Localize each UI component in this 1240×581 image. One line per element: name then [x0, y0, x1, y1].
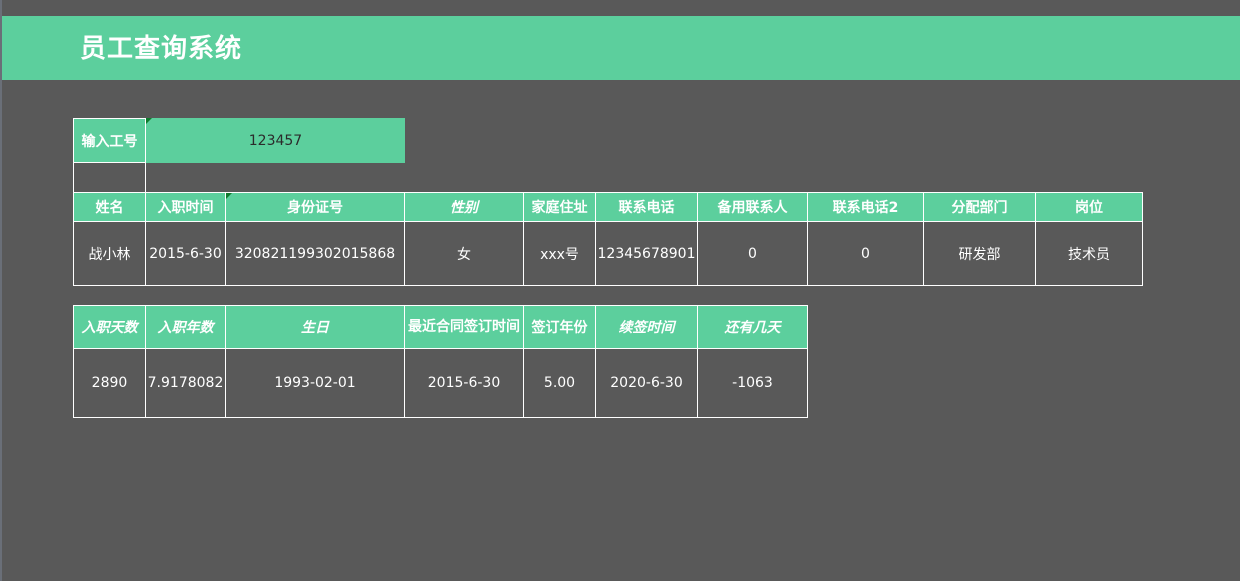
blank-cell[interactable] — [73, 163, 146, 193]
header-days-employed: 入职天数 — [73, 305, 146, 349]
value-birthday[interactable]: 1993-02-01 — [225, 348, 405, 418]
page-title: 员工查询系统 — [80, 34, 243, 64]
header-name: 姓名 — [73, 192, 146, 222]
left-gridline — [0, 0, 2, 581]
header-id-number: 身份证号 — [225, 192, 405, 222]
value-id-number[interactable]: 320821199302015868 — [225, 221, 405, 286]
header-department: 分配部门 — [923, 192, 1036, 222]
value-hire-date[interactable]: 2015-6-30 — [145, 221, 226, 286]
value-gender[interactable]: 女 — [404, 221, 524, 286]
header-backup-contact: 备用联系人 — [697, 192, 808, 222]
spreadsheet-page: 员工查询系统 输入工号 123457 姓名 入职时间 身份证号 性别 家庭住址 … — [0, 0, 1240, 581]
header-position: 岗位 — [1035, 192, 1143, 222]
value-days-remaining[interactable]: -1063 — [697, 348, 808, 418]
header-renewal-date: 续签时间 — [595, 305, 698, 349]
header-days-remaining: 还有几天 — [697, 305, 808, 349]
title-banner: 员工查询系统 — [2, 16, 1240, 80]
value-phone-2[interactable]: 0 — [807, 221, 924, 286]
value-department[interactable]: 研发部 — [923, 221, 1036, 286]
header-phone-2: 联系电话2 — [807, 192, 924, 222]
header-gender: 性别 — [404, 192, 524, 222]
header-address: 家庭住址 — [523, 192, 596, 222]
comment-marker-icon — [226, 193, 232, 199]
value-contract-years[interactable]: 5.00 — [523, 348, 596, 418]
header-hire-date: 入职时间 — [145, 192, 226, 222]
value-position[interactable]: 技术员 — [1035, 221, 1143, 286]
value-years-employed[interactable]: 7.9178082 — [145, 348, 226, 418]
header-years-employed: 入职年数 — [145, 305, 226, 349]
value-address[interactable]: xxx号 — [523, 221, 596, 286]
header-contract-years: 签订年份 — [523, 305, 596, 349]
header-birthday: 生日 — [225, 305, 405, 349]
value-renewal-date[interactable]: 2020-6-30 — [595, 348, 698, 418]
value-name[interactable]: 战小林 — [73, 221, 146, 286]
employee-id-label: 输入工号 — [73, 118, 146, 163]
comment-marker-icon — [146, 118, 152, 124]
header-phone: 联系电话 — [595, 192, 698, 222]
value-backup-contact[interactable]: 0 — [697, 221, 808, 286]
header-latest-contract-date: 最近合同签订时间 — [404, 305, 524, 349]
value-phone[interactable]: 12345678901 — [595, 221, 698, 286]
employee-id-input[interactable]: 123457 — [146, 118, 405, 163]
value-days-employed[interactable]: 2890 — [73, 348, 146, 418]
value-latest-contract-date[interactable]: 2015-6-30 — [404, 348, 524, 418]
